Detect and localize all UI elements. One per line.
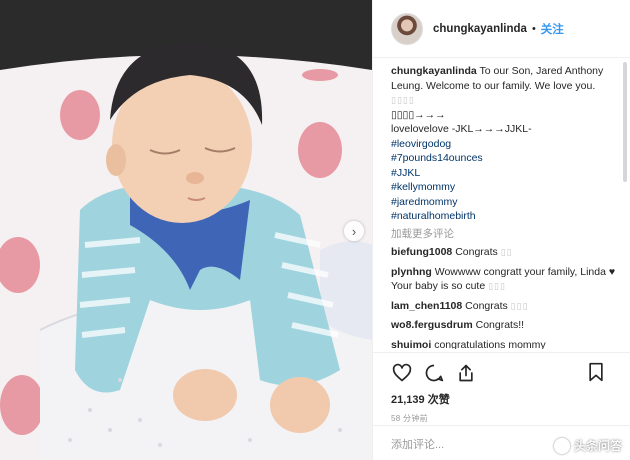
hashtag-link[interactable]: #jaredmommy (391, 195, 621, 210)
hashtag-link[interactable]: #kellymommy (391, 180, 621, 195)
save-button[interactable] (585, 361, 607, 383)
watermark-text: 头条问答 (573, 439, 622, 453)
comments-scrollbar[interactable] (623, 62, 627, 182)
post-author-username[interactable]: chungkayanlinda (433, 23, 527, 35)
avatar[interactable] (391, 12, 423, 45)
caption-arrow-line: ▯▯▯▯→→→ (391, 108, 446, 121)
follow-button[interactable]: 关注 (541, 21, 564, 37)
comment-username[interactable]: biefung1008 (391, 246, 452, 258)
post-caption: chungkayanlinda To our Son, Jared Anthon… (391, 64, 621, 224)
watermark-logo-icon (553, 437, 570, 454)
comment-item: shuimoi congratulations mommy @chungkaya… (391, 338, 621, 350)
header-separator: • (531, 22, 536, 35)
comment-text: Congrats (455, 246, 498, 258)
share-icon (459, 364, 473, 382)
caption-username[interactable]: chungkayanlinda (391, 65, 477, 77)
watermark: 头条问答 (553, 437, 622, 454)
baby-photo-illustration (0, 0, 372, 460)
hashtag-link[interactable]: #7pounds14ounces (391, 151, 621, 166)
hashtag-link[interactable]: #naturalhomebirth (391, 209, 621, 224)
comment-text: Congrats (465, 299, 508, 312)
post-actions: 21,139 次赞 58 分钟前 (373, 352, 630, 424)
comments-list[interactable]: chungkayanlinda To our Son, Jared Anthon… (391, 64, 621, 349)
comment-glyphs: ▯▯▯ (488, 281, 506, 291)
comment-username[interactable]: lam_chen1108 (391, 300, 462, 312)
like-button[interactable] (391, 362, 413, 384)
post-header: chungkayanlinda • 关注 (373, 0, 630, 58)
next-photo-button[interactable]: › (344, 221, 364, 241)
comment-glyphs: ▯▯▯ (510, 300, 529, 311)
comment-bubble-icon (425, 364, 444, 382)
caption-lovelove-line: lovelovelove -JKL→→→JJKL- (391, 123, 532, 135)
comment-username[interactable]: plynhng (391, 266, 432, 278)
comment-button[interactable] (423, 362, 445, 384)
hashtag-link[interactable]: #JJKL (391, 166, 621, 181)
post-side-panel: chungkayanlinda • 关注 chungkayanlinda To … (372, 0, 630, 460)
chevron-right-icon: › (351, 223, 357, 239)
comment-username[interactable]: wo8.fergusdrum (391, 319, 473, 331)
load-more-comments-link[interactable]: 加载更多评论 (391, 227, 621, 242)
caption-glyphs: ▯▯▯▯ (391, 95, 415, 105)
comment-item: plynhng Wowwww congratt your family, Lin… (391, 265, 621, 294)
post-timestamp: 58 分钟前 (391, 414, 428, 423)
comment-item: lam_chen1108 Congrats ▯▯▯ (391, 299, 621, 314)
likes-count[interactable]: 21,139 次赞 (391, 391, 630, 407)
comment-item: biefung1008 Congrats ▯▯ (391, 245, 621, 260)
comment-text: Congrats!! (475, 319, 525, 331)
comment-item: wo8.fergusdrum Congrats!! (391, 318, 621, 333)
bookmark-icon (589, 362, 603, 382)
comment-glyphs: ▯▯ (500, 247, 513, 257)
comment-username[interactable]: shuimoi (391, 339, 431, 350)
share-button[interactable] (455, 362, 477, 384)
post-photo[interactable]: › (0, 0, 372, 460)
hashtag-link[interactable]: #leovirgodog (391, 137, 621, 152)
heart-icon (392, 363, 412, 382)
